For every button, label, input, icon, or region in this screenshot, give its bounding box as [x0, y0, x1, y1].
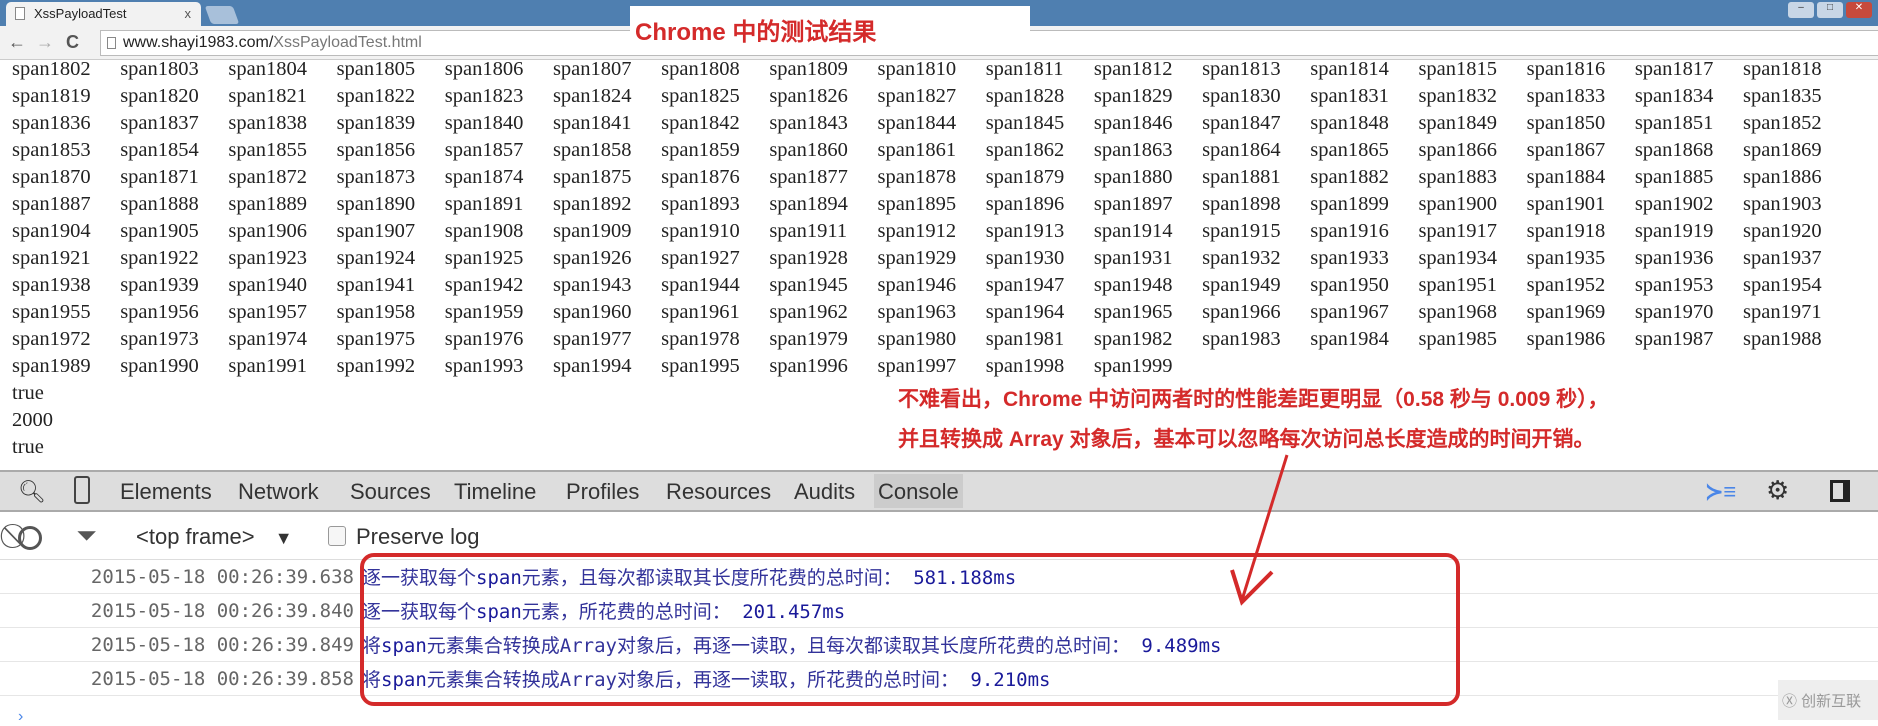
watermark-text: 创新互联 — [1801, 693, 1862, 710]
annotation-arrow — [1230, 454, 1289, 606]
watermark-logo: Ⓧ 创新互联 — [1778, 680, 1878, 720]
console-prompt-icon[interactable]: › — [18, 708, 23, 726]
